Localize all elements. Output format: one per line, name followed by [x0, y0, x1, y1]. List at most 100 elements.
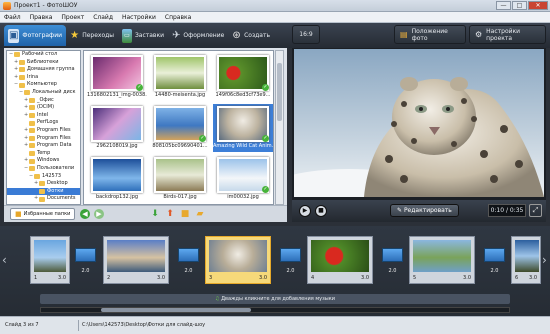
project-settings-button[interactable]: ⚙ Настройки проекта: [469, 25, 546, 44]
thumbnails-scrollbar[interactable]: [275, 50, 284, 205]
add-all-icon[interactable]: ▰: [195, 209, 205, 219]
maximize-button[interactable]: □: [512, 1, 527, 10]
tree-item[interactable]: + Intel: [7, 112, 80, 120]
menu-settings[interactable]: Настройки: [122, 12, 156, 22]
add-down-icon[interactable]: ⬇: [150, 209, 160, 219]
tab-transitions[interactable]: ★ Переходы: [66, 25, 118, 46]
timeline-transition[interactable]: 2.0: [484, 248, 505, 284]
tree-item[interactable]: − Локальный диск: [7, 89, 80, 97]
menu-slide[interactable]: Слайд: [93, 12, 113, 22]
tab-create-label: Создать: [244, 32, 270, 39]
added-check-icon: ✓: [262, 84, 269, 91]
slide-duration: 3.0: [259, 275, 267, 281]
timeline-transition[interactable]: 2.0: [178, 248, 199, 284]
tree-item[interactable]: + Windows: [7, 157, 80, 165]
tree-item[interactable]: + Домашняя группа: [7, 66, 80, 74]
tree-item[interactable]: + Irina: [7, 74, 80, 82]
tab-design[interactable]: ✈ Оформление: [168, 25, 228, 46]
photo-thumbnail[interactable]: backdrop132.jpg: [87, 155, 147, 203]
tab-intros-label: Заставки: [134, 32, 164, 39]
photo-thumbnail[interactable]: ✓ 149f06c8ed3cf73e9...: [213, 53, 273, 101]
tree-item[interactable]: −142573: [7, 173, 80, 181]
edit-button[interactable]: ✎ Редактировать: [390, 204, 459, 217]
photo-thumbnail[interactable]: 2962108019.jpg: [87, 104, 147, 152]
main-toolbar: ▣ Фотографии ★ Переходы ▭ Заставки ✈ Офо…: [0, 23, 550, 48]
tree-item[interactable]: + Documents: [7, 195, 80, 203]
browser-toolbar: ■ Избранные папки ◀ ▶ ⬇ ⬆ ■ ▰: [4, 205, 287, 222]
tree-item[interactable]: + Program Files: [7, 135, 80, 143]
tree-item[interactable]: + Desktop: [7, 180, 80, 188]
forward-icon[interactable]: ▶: [94, 209, 104, 219]
timeline-slide[interactable]: 1 3.0: [30, 236, 70, 284]
close-button[interactable]: ✕: [528, 1, 548, 10]
folder-icon: [29, 120, 35, 126]
tree-item[interactable]: + _Офис: [7, 97, 80, 105]
add-folder-icon[interactable]: ■: [180, 209, 190, 219]
menu-project[interactable]: Проект: [61, 12, 84, 22]
tab-design-label: Оформление: [183, 32, 225, 39]
tree-item[interactable]: PerfLogs: [7, 119, 80, 127]
tab-create[interactable]: ⊛ Создать: [228, 25, 274, 46]
slide-image: [34, 240, 66, 272]
tree-item-label: Temp: [37, 149, 51, 156]
menu-file[interactable]: Файл: [4, 12, 21, 22]
minimize-button[interactable]: —: [496, 1, 511, 10]
tree-item[interactable]: + Библиотеки: [7, 59, 80, 67]
tab-intros[interactable]: ▭ Заставки: [118, 25, 168, 46]
folder-icon: [39, 196, 45, 202]
timeline-transition[interactable]: 2.0: [280, 248, 301, 284]
timeline-transition[interactable]: 2.0: [75, 248, 96, 284]
app-icon: [3, 2, 11, 10]
tree-item[interactable]: + Program Files: [7, 127, 80, 135]
timeline-slide[interactable]: 4 3.0: [307, 236, 373, 284]
up-icon[interactable]: ⬆: [165, 209, 175, 219]
photo-position-button[interactable]: ▤ Положение фото: [394, 25, 466, 44]
tree-item[interactable]: + (DCIM): [7, 104, 80, 112]
tab-photos[interactable]: ▣ Фотографии: [4, 25, 66, 46]
timeline-slide[interactable]: 3 3.0: [205, 236, 271, 284]
photo-thumbnail[interactable]: Birds-017.jpg: [150, 155, 210, 203]
timeline-right-arrow-icon[interactable]: ›: [542, 250, 550, 270]
folder-icon: [29, 158, 35, 164]
tree-item[interactable]: − Компьютер: [7, 81, 80, 89]
tree-item[interactable]: Temp: [7, 150, 80, 158]
scrollbar-thumb[interactable]: [277, 63, 282, 121]
tree-item[interactable]: − Пользователи: [7, 165, 80, 173]
fullscreen-icon[interactable]: ⤢: [529, 204, 542, 217]
timeline-scroll-thumb[interactable]: [101, 308, 251, 312]
music-track[interactable]: ♫ Дважды кликните для добавления музыки: [40, 294, 510, 304]
tree-item[interactable]: − Рабочий стол: [7, 51, 80, 59]
aspect-ratio-button[interactable]: 16:9: [292, 25, 320, 44]
menu-edit[interactable]: Правка: [30, 12, 53, 22]
photo-thumbnail[interactable]: 14480-meisenta.jpg: [150, 53, 210, 101]
timeline-slide[interactable]: 5 3.0: [409, 236, 475, 284]
tree-item-label: Windows: [37, 157, 60, 164]
slide-counter: Слайд 3 из 7: [5, 322, 39, 328]
play-icon[interactable]: ▶: [299, 205, 311, 217]
folder-icon: [19, 59, 25, 65]
timeline-transition[interactable]: 2.0: [382, 248, 403, 284]
folder-tree[interactable]: − Рабочий стол + Библиотеки + Домашняя группа…: [6, 50, 81, 205]
timeline-left-arrow-icon[interactable]: ‹: [2, 250, 10, 270]
photo-thumbnail[interactable]: ✓ Amazing Wild Cat Anim...: [213, 104, 273, 152]
photo-thumbnail[interactable]: ✓ im00032.jpg: [213, 155, 273, 203]
slide-image: [413, 240, 471, 272]
menu-help[interactable]: Справка: [165, 12, 191, 22]
back-icon[interactable]: ◀: [80, 209, 90, 219]
timeline-slide[interactable]: 2 3.0: [103, 236, 169, 284]
photo-thumbnail[interactable]: ✓ 808105bc09690401...: [150, 104, 210, 152]
slide-number: 6: [515, 275, 519, 281]
tree-item-label: Documents: [47, 195, 76, 202]
photos-icon: ▣: [8, 28, 20, 43]
window-controls: — □ ✕: [496, 1, 548, 10]
stop-icon[interactable]: ■: [315, 205, 327, 217]
tree-item[interactable]: + Program Data: [7, 142, 80, 150]
timeline-slide[interactable]: 6 3.0: [511, 236, 541, 284]
timeline-scrollbar[interactable]: [40, 307, 510, 313]
tree-item[interactable]: Фотки: [7, 187, 80, 196]
title-bar: Проект1 - ФотоШОУ — □ ✕: [0, 0, 550, 12]
favorites-button[interactable]: ■ Избранные папки: [10, 208, 76, 220]
tab-transitions-label: Переходы: [82, 32, 114, 39]
menu-bar: Файл Правка Проект Слайд Настройки Справ…: [0, 12, 550, 23]
photo-thumbnail[interactable]: ✓ 1316802131_img-0038...: [87, 53, 147, 101]
